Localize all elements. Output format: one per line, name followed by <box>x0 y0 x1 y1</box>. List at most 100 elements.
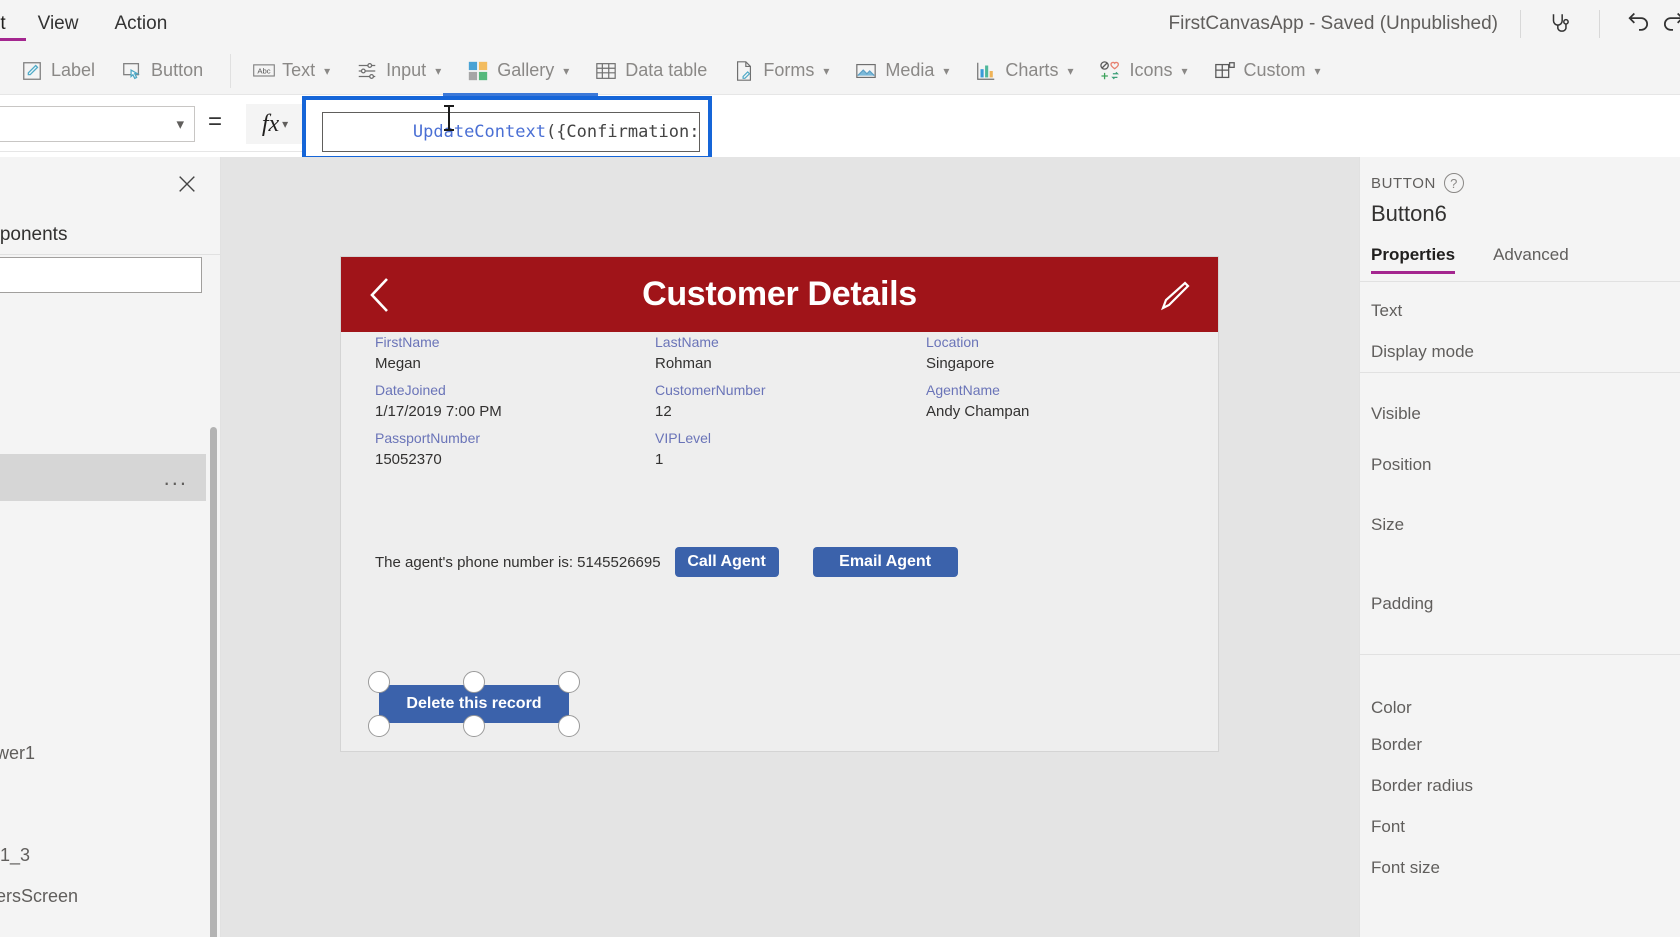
selected-control-wrapper[interactable]: Delete this record <box>368 671 580 737</box>
left-panel-header: mponents <box>0 215 221 255</box>
media-image-icon <box>855 60 877 82</box>
app-checker-stethoscope-icon[interactable] <box>1543 7 1577 41</box>
chevron-left-icon[interactable] <box>365 275 395 315</box>
ribbon-item-text[interactable]: Abc Text ▾ <box>239 48 343 94</box>
ribbon-item-input[interactable]: Input ▾ <box>343 48 454 94</box>
form-field[interactable]: Location Singapore <box>926 332 1206 380</box>
text-cursor-icon <box>444 105 454 131</box>
field-label: CustomerNumber <box>655 382 766 398</box>
ribbon-item-button[interactable]: Button <box>108 48 216 94</box>
resize-handle-bottom-left[interactable] <box>368 715 390 737</box>
property-select[interactable]: ▾ <box>0 106 195 142</box>
ribbon-item-gallery-text: Gallery <box>497 60 555 80</box>
ribbon-item-forms[interactable]: Forms ▾ <box>720 48 842 94</box>
property-row-color[interactable]: Color <box>1360 683 1680 724</box>
resize-handle-top-left[interactable] <box>368 671 390 693</box>
canvas-area[interactable]: Customer Details FirstName Megan DateJoi… <box>221 157 1359 937</box>
tree-item-selected[interactable]: ... <box>0 454 206 501</box>
list-item[interactable]: nersScreen <box>0 876 206 917</box>
property-row-font[interactable]: Font <box>1360 806 1680 847</box>
menu-tab-action[interactable]: Action <box>114 0 167 47</box>
ribbon-item-media[interactable]: Media ▾ <box>842 48 962 94</box>
field-value: Megan <box>375 355 421 372</box>
form-column: FirstName Megan DateJoined 1/17/2019 7:0… <box>375 332 655 476</box>
field-value: Singapore <box>926 355 995 372</box>
property-row-padding[interactable]: Padding <box>1360 554 1680 654</box>
tree-item[interactable]: n <box>0 354 206 454</box>
form-field[interactable]: FirstName Megan <box>375 332 655 380</box>
menu-tab-insert[interactable]: rt <box>0 0 26 47</box>
property-row-border-radius[interactable]: Border radius <box>1360 765 1680 806</box>
property-group-basic: Text Display mode <box>1360 290 1680 373</box>
form-field[interactable]: AgentName Andy Champan <box>926 380 1206 428</box>
more-options-icon[interactable]: ... <box>164 465 188 491</box>
menu-tab-view[interactable]: View <box>38 0 79 47</box>
formula-input[interactable]: UpdateContext({Confirmation: true}) <box>322 112 700 152</box>
resize-handle-top-center[interactable] <box>463 671 485 693</box>
ribbon-item-gallery[interactable]: Gallery ▾ <box>454 48 582 94</box>
pencil-edit-icon[interactable] <box>1156 277 1192 313</box>
ribbon-item-icons[interactable]: Icons ▾ <box>1086 48 1200 94</box>
property-row-text[interactable]: Text <box>1360 290 1680 331</box>
control-kind-row: BUTTON ? <box>1371 173 1464 193</box>
left-tree-panel: mponents n n ... ewer1 3 le1_3 <box>0 157 221 937</box>
form-field[interactable]: CustomerNumber 12 <box>655 380 935 428</box>
properties-tabs: Properties Advanced <box>1371 245 1680 281</box>
ribbon-item-charts[interactable]: Charts ▾ <box>962 48 1086 94</box>
resize-handle-bottom-right[interactable] <box>558 715 580 737</box>
chevron-down-icon: ▾ <box>282 117 289 131</box>
left-panel-scrollbar[interactable] <box>210 427 217 937</box>
ribbon-item-custom[interactable]: Custom ▾ <box>1201 48 1334 94</box>
form-field[interactable]: DateJoined 1/17/2019 7:00 PM <box>375 380 655 428</box>
control-name: Button6 <box>1371 201 1447 226</box>
redo-icon[interactable] <box>1656 7 1680 41</box>
property-row-border[interactable]: Border <box>1360 724 1680 765</box>
list-item[interactable]: le1_3 <box>0 835 206 876</box>
charts-bar-icon <box>975 60 997 82</box>
help-circle-icon[interactable]: ? <box>1444 173 1464 193</box>
form-field[interactable]: PassportNumber 15052370 <box>375 428 655 476</box>
ribbon-item-media-text: Media <box>885 60 935 80</box>
chevron-down-icon: ▾ <box>1314 63 1321 78</box>
form-field[interactable]: LastName Rohman <box>655 332 935 380</box>
undo-icon[interactable] <box>1622 7 1656 41</box>
fx-button[interactable]: fx ▾ <box>246 104 304 144</box>
chevron-down-icon: ▾ <box>1067 63 1074 78</box>
ribbon-item-label-text: Label <box>51 60 96 80</box>
ribbon-item-data-table[interactable]: Data table <box>582 48 720 94</box>
agent-contact-row: The agent's phone number is: 5145526695 … <box>375 547 958 577</box>
resize-handle-bottom-center[interactable] <box>463 715 485 737</box>
chevron-down-icon: ▾ <box>823 63 830 78</box>
svg-text:Abc: Abc <box>257 66 270 75</box>
ribbon-item-button-text: Button <box>151 60 204 80</box>
form-field[interactable]: VIPLevel 1 <box>655 428 935 476</box>
resize-handle-top-right[interactable] <box>558 671 580 693</box>
formula-bar-filler <box>712 96 1680 152</box>
close-icon[interactable] <box>172 169 202 199</box>
property-row-size[interactable]: Size <box>1360 495 1680 554</box>
tab-properties[interactable]: Properties <box>1371 245 1456 274</box>
chevron-down-icon: ▾ <box>1181 63 1188 78</box>
property-row-display-mode[interactable]: Display mode <box>1360 331 1680 372</box>
property-row-position[interactable]: Position <box>1360 435 1680 495</box>
form-column: LastName Rohman CustomerNumber 12 VIPLev… <box>655 332 935 476</box>
tree-item[interactable]: n <box>0 307 206 354</box>
tab-advanced[interactable]: Advanced <box>1493 245 1569 274</box>
ribbon-item-label[interactable]: Label <box>8 48 108 94</box>
list-item[interactable]: 3 <box>0 794 206 835</box>
properties-panel: BUTTON ? Button6 Properties Advanced Tex… <box>1359 157 1680 937</box>
divider <box>1360 281 1680 282</box>
field-label: AgentName <box>926 382 1000 398</box>
field-value: 12 <box>655 403 672 420</box>
tree-search-input[interactable] <box>0 257 202 293</box>
details-form[interactable]: FirstName Megan DateJoined 1/17/2019 7:0… <box>341 332 1218 502</box>
formula-token-function: UpdateContext <box>412 122 546 142</box>
label-pencil-icon <box>21 60 43 82</box>
property-row-visible[interactable]: Visible <box>1360 393 1680 435</box>
list-item[interactable]: ewer1 <box>0 712 206 794</box>
call-agent-button[interactable]: Call Agent <box>674 547 779 577</box>
app-screen-canvas[interactable]: Customer Details FirstName Megan DateJoi… <box>341 257 1218 751</box>
email-agent-button[interactable]: Email Agent <box>812 547 958 577</box>
field-label: PassportNumber <box>375 430 481 446</box>
property-row-font-size[interactable]: Font size <box>1360 847 1680 888</box>
